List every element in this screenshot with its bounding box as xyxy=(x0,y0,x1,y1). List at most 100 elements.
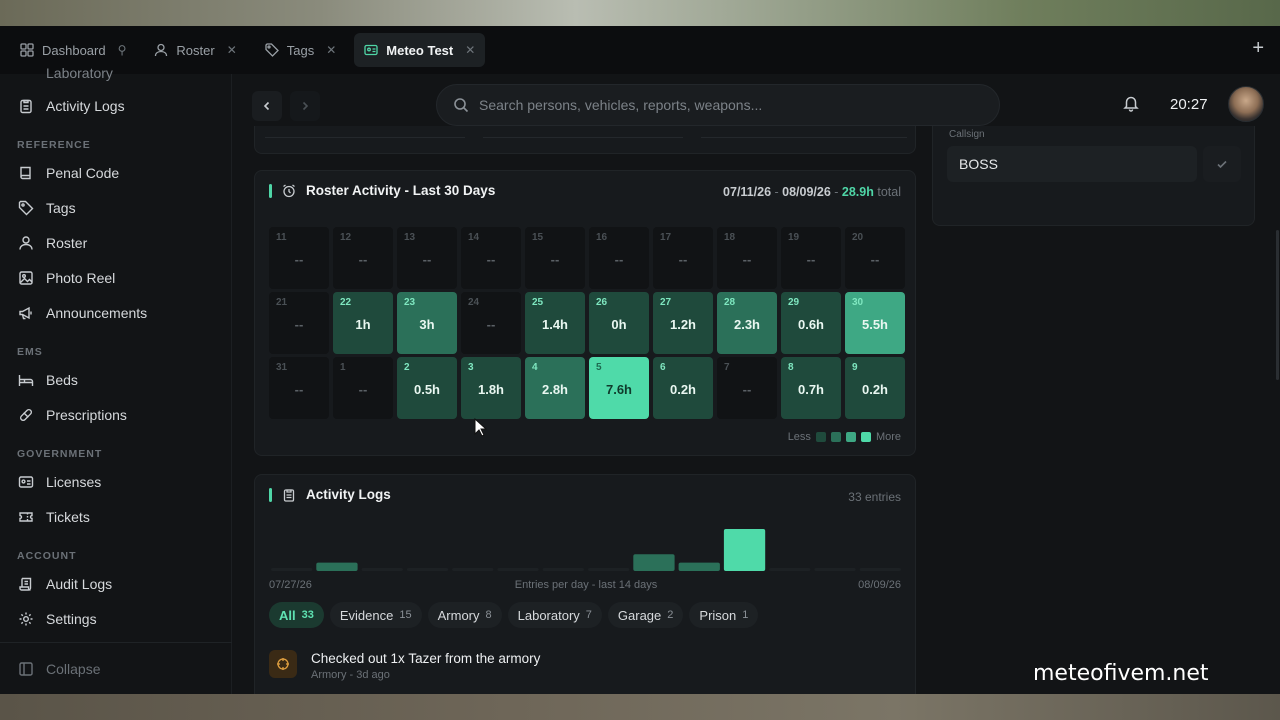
heatmap-day-cell[interactable]: 13 -- xyxy=(397,227,457,289)
filter-pill-all[interactable]: All 33 xyxy=(269,602,324,628)
day-hours: -- xyxy=(550,252,560,267)
heatmap-day-cell[interactable]: 2 0.5h xyxy=(397,357,457,419)
section-account: ACCOUNT xyxy=(17,550,77,562)
chart-bar[interactable] xyxy=(361,568,403,571)
heatmap-day-cell[interactable]: 21 -- xyxy=(269,292,329,354)
bed-icon xyxy=(18,375,34,386)
chart-bar[interactable] xyxy=(678,562,720,571)
day-hours: 7.6h xyxy=(605,382,632,397)
heatmap-day-cell[interactable]: 28 2.3h xyxy=(717,292,777,354)
day-number: 5 xyxy=(596,362,602,373)
back-button[interactable] xyxy=(252,91,282,121)
close-icon[interactable]: ✕ xyxy=(227,43,237,57)
heatmap-day-cell[interactable]: 15 -- xyxy=(525,227,585,289)
sidebar-collapse-button[interactable]: Collapse xyxy=(18,658,100,680)
sidebar-item-penal-code[interactable]: Penal Code xyxy=(18,162,119,184)
heatmap-day-cell[interactable]: 16 -- xyxy=(589,227,649,289)
filter-pill-prison[interactable]: Prison 1 xyxy=(689,602,759,628)
filter-pill-garage[interactable]: Garage 2 xyxy=(607,602,684,628)
chart-bar[interactable] xyxy=(588,568,630,571)
sidebar-item-audit-logs[interactable]: Audit Logs xyxy=(18,573,112,595)
new-tab-button[interactable]: + xyxy=(1252,38,1264,58)
heatmap-day-cell[interactable]: 4 2.8h xyxy=(525,357,585,419)
sidebar-item-tickets[interactable]: Tickets xyxy=(18,506,90,528)
sidebar-item-beds[interactable]: Beds xyxy=(18,369,78,391)
heatmap-day-cell[interactable]: 20 -- xyxy=(845,227,905,289)
heatmap-day-cell[interactable]: 22 1h xyxy=(333,292,393,354)
heatmap-day-cell[interactable]: 27 1.2h xyxy=(653,292,713,354)
filter-pill-armory[interactable]: Armory 8 xyxy=(427,602,502,628)
sidebar-item-settings[interactable]: Settings xyxy=(18,608,97,630)
sidebar-item-tags[interactable]: Tags xyxy=(18,197,76,219)
pin-icon[interactable]: ⚲ xyxy=(118,43,127,57)
activity-logs-card: Activity Logs 33 entries 07/27/26 Entrie… xyxy=(254,474,916,694)
chart-bar[interactable] xyxy=(633,554,675,571)
heatmap-day-cell[interactable]: 24 -- xyxy=(461,292,521,354)
sidebar-item-laboratory[interactable]: Laboratory xyxy=(18,62,113,84)
chart-bar[interactable] xyxy=(542,568,584,571)
heatmap-day-cell[interactable]: 18 -- xyxy=(717,227,777,289)
heatmap-day-cell[interactable]: 31 -- xyxy=(269,357,329,419)
chart-bar[interactable] xyxy=(452,568,494,571)
log-entry-text[interactable]: Checked out 1x Tazer from the armory xyxy=(311,651,540,666)
scrollbar-thumb[interactable] xyxy=(1276,230,1279,380)
chart-bar[interactable] xyxy=(814,568,856,571)
chart-bar[interactable] xyxy=(406,568,449,571)
forward-button[interactable] xyxy=(290,91,320,121)
total-suffix: total xyxy=(877,185,901,199)
heatmap-day-cell[interactable]: 8 0.7h xyxy=(781,357,841,419)
tab-tags[interactable]: Tags ✕ xyxy=(255,33,347,67)
heatmap-day-cell[interactable]: 30 5.5h xyxy=(845,292,905,354)
heatmap-day-cell[interactable]: 1 -- xyxy=(333,357,393,419)
callsign-card: Callsign BOSS xyxy=(932,126,1255,226)
heatmap-day-cell[interactable]: 7 -- xyxy=(717,357,777,419)
sidebar-collapse-label: Collapse xyxy=(46,661,101,677)
day-number: 6 xyxy=(660,362,666,373)
sidebar-item-announcements[interactable]: Announcements xyxy=(18,302,147,324)
search-input[interactable] xyxy=(479,97,959,113)
day-number: 9 xyxy=(852,362,858,373)
sidebar-item-licenses[interactable]: Licenses xyxy=(18,471,101,493)
heatmap-day-cell[interactable]: 5 7.6h xyxy=(589,357,649,419)
heatmap-day-cell[interactable]: 17 -- xyxy=(653,227,713,289)
sidebar-item-photo-reel[interactable]: Photo Reel xyxy=(18,267,115,289)
heatmap-day-cell[interactable]: 23 3h xyxy=(397,292,457,354)
close-icon[interactable]: ✕ xyxy=(326,43,336,57)
save-callsign-button[interactable] xyxy=(1203,146,1241,182)
heatmap-day-cell[interactable]: 6 0.2h xyxy=(653,357,713,419)
filter-pill-laboratory[interactable]: Laboratory 7 xyxy=(507,602,602,628)
chart-bar[interactable] xyxy=(723,529,766,571)
sidebar-item-label: Roster xyxy=(46,235,88,251)
day-number: 4 xyxy=(532,362,538,373)
filter-pill-evidence[interactable]: Evidence 15 xyxy=(329,602,422,628)
heatmap-day-cell[interactable]: 14 -- xyxy=(461,227,521,289)
chart-bar[interactable] xyxy=(859,568,901,571)
accent-bar xyxy=(269,183,272,198)
heatmap-day-cell[interactable]: 29 0.6h xyxy=(781,292,841,354)
callsign-value: BOSS xyxy=(959,156,998,172)
tab-roster[interactable]: Roster ✕ xyxy=(144,33,246,67)
filter-count: 33 xyxy=(301,609,314,621)
sidebar-item-prescriptions[interactable]: Prescriptions xyxy=(18,404,127,426)
heatmap-day-cell[interactable]: 12 -- xyxy=(333,227,393,289)
heatmap-day-cell[interactable]: 3 1.8h xyxy=(461,357,521,419)
heatmap-day-cell[interactable]: 25 1.4h xyxy=(525,292,585,354)
chart-bar[interactable] xyxy=(316,562,358,571)
avatar[interactable] xyxy=(1228,86,1264,122)
day-number: 17 xyxy=(660,232,672,243)
tab-meteo-test[interactable]: Meteo Test ✕ xyxy=(354,33,486,67)
heatmap-day-cell[interactable]: 11 -- xyxy=(269,227,329,289)
callsign-input[interactable]: BOSS xyxy=(947,146,1197,182)
close-icon[interactable]: ✕ xyxy=(465,43,475,57)
heatmap-day-cell[interactable]: 9 0.2h xyxy=(845,357,905,419)
heatmap-day-cell[interactable]: 19 -- xyxy=(781,227,841,289)
day-hours: -- xyxy=(742,252,752,267)
heatmap-day-cell[interactable]: 26 0h xyxy=(589,292,649,354)
sidebar-item-roster[interactable]: Roster xyxy=(18,232,87,254)
chart-bar[interactable] xyxy=(769,568,811,571)
sidebar-item-activity-logs[interactable]: Activity Logs xyxy=(18,95,125,117)
notifications-button[interactable] xyxy=(1122,94,1140,117)
filter-count: 1 xyxy=(742,609,749,621)
chart-bar[interactable] xyxy=(497,568,539,571)
chart-bar[interactable] xyxy=(271,568,313,571)
